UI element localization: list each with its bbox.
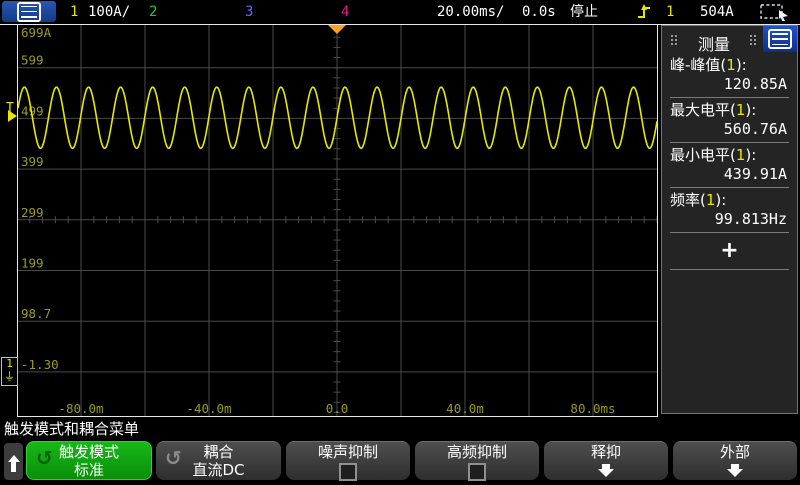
hamburger-menu-icon bbox=[768, 29, 792, 49]
checkbox-unchecked[interactable] bbox=[339, 463, 357, 481]
y-axis-label: 199 bbox=[21, 256, 44, 271]
trigger-level-readout[interactable]: 504A bbox=[700, 4, 734, 20]
x-axis-label: 40.0m bbox=[446, 401, 484, 416]
measurement-item-minimum[interactable]: 最小电平(1): 439.91A bbox=[662, 143, 797, 188]
checkbox-unchecked[interactable] bbox=[468, 463, 486, 481]
x-axis-label: -40.0m bbox=[186, 401, 231, 416]
channel-3-indicator[interactable]: 3 bbox=[245, 4, 253, 20]
measurement-item-peak-to-peak[interactable]: 峰-峰值(1): 120.85A bbox=[662, 53, 797, 98]
delay-readout[interactable]: 0.0s bbox=[522, 4, 556, 20]
y-axis-label: 699A bbox=[21, 25, 52, 40]
measurement-value: 120.85A bbox=[670, 75, 789, 94]
drag-grip-icon[interactable] bbox=[750, 35, 758, 47]
y-axis-label: 98.7 bbox=[21, 306, 51, 321]
timebase-readout[interactable]: 20.00ms/ bbox=[437, 4, 504, 20]
measurement-label: 最小电平(1): bbox=[670, 146, 789, 165]
measurement-value: 439.91A bbox=[670, 165, 789, 184]
channel-4-indicator[interactable]: 4 bbox=[341, 4, 349, 20]
y-axis-label: -1.30 bbox=[21, 357, 59, 372]
add-measurement-button[interactable]: + bbox=[720, 240, 738, 262]
x-axis-label: -80.0m bbox=[58, 401, 103, 416]
measurement-item-frequency[interactable]: 频率(1): 99.813Hz bbox=[662, 188, 797, 233]
channel-1-indicator[interactable]: 1 bbox=[70, 4, 78, 20]
softkey-coupling[interactable]: ↺ 耦合 直流DC bbox=[156, 441, 281, 480]
measurement-label: 最大电平(1): bbox=[670, 101, 789, 120]
ground-symbol-icon: ⏚ bbox=[2, 370, 17, 383]
softkey-holdoff[interactable]: 释抑 bbox=[544, 441, 668, 480]
softkey-noise-reject[interactable]: 噪声抑制 bbox=[286, 441, 410, 480]
channel-1-ground-marker-icon[interactable]: 1 ⏚ bbox=[1, 357, 18, 386]
softkey-hf-reject[interactable]: 高频抑制 bbox=[415, 441, 539, 480]
measurement-item-maximum[interactable]: 最大电平(1): 560.76A bbox=[662, 98, 797, 143]
softkey-title: 高频抑制 bbox=[415, 443, 539, 462]
divider bbox=[670, 269, 789, 270]
softkey-title: 释抑 bbox=[544, 443, 668, 462]
measurement-label: 频率(1): bbox=[670, 191, 789, 210]
x-axis-label: 80.0ms bbox=[570, 401, 615, 416]
measurement-panel-title: 测量 bbox=[698, 31, 730, 55]
trigger-position-marker-icon bbox=[328, 25, 346, 34]
trigger-source-indicator[interactable]: 1 bbox=[666, 4, 674, 20]
main-menu-button[interactable] bbox=[2, 1, 56, 22]
y-axis-label: 299 bbox=[21, 205, 44, 220]
measurement-menu-button[interactable] bbox=[763, 26, 797, 52]
trigger-level-marker-icon[interactable] bbox=[8, 110, 17, 122]
menu-back-button[interactable] bbox=[4, 443, 23, 480]
hamburger-menu-icon bbox=[17, 2, 41, 22]
softkey-menu-title: 触发模式和耦合菜单 bbox=[4, 418, 139, 439]
measurement-label: 峰-峰值(1): bbox=[670, 56, 789, 75]
x-axis-label: 0.0 bbox=[326, 401, 349, 416]
cycle-arrow-icon: ↺ bbox=[36, 446, 53, 470]
softkey-external[interactable]: 外部 bbox=[673, 441, 797, 480]
measurement-value: 99.813Hz bbox=[670, 210, 789, 229]
measurement-panel: 测量 峰-峰值(1): 120.85A 最大电平(1): 560.76A 最小电… bbox=[661, 25, 798, 414]
add-measurement-row: + bbox=[662, 233, 797, 269]
channel-2-indicator[interactable]: 2 bbox=[149, 4, 157, 20]
measurement-value: 560.76A bbox=[670, 120, 789, 139]
softkey-title: 噪声抑制 bbox=[286, 443, 410, 462]
drag-grip-icon[interactable] bbox=[671, 35, 679, 47]
softkey-trigger-mode[interactable]: ↺ 触发模式 标准 bbox=[26, 441, 152, 480]
channel-1-scale[interactable]: 100A/ bbox=[88, 4, 130, 20]
cycle-arrow-icon: ↺ bbox=[165, 446, 182, 470]
run-state-label: 停止 bbox=[570, 4, 598, 20]
top-status-bar: 1 100A/ 2 3 4 20.00ms/ 0.0s 停止 1 504A bbox=[0, 0, 800, 25]
softkey-title: 外部 bbox=[673, 443, 797, 462]
ground-channel-number: 1 bbox=[6, 357, 13, 370]
selection-cursor-icon[interactable] bbox=[760, 4, 790, 21]
trigger-slope-rising-icon bbox=[637, 3, 651, 21]
up-arrow-icon bbox=[8, 449, 20, 462]
measurement-panel-header: 测量 bbox=[662, 26, 797, 53]
y-axis-label: 399 bbox=[21, 154, 44, 169]
y-axis-label: 599 bbox=[21, 53, 44, 68]
waveform-display: 699A59949939929919998.7-1.30-80.0m-40.0m… bbox=[17, 25, 658, 417]
